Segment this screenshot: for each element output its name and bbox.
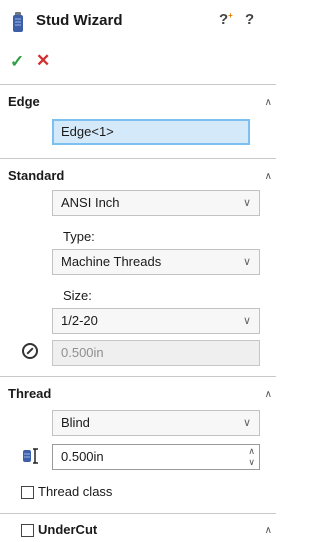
x-icon: ✕	[36, 51, 51, 70]
divider	[0, 158, 276, 159]
spin-arrows[interactable]: ∧ ∨	[248, 446, 255, 468]
divider	[0, 376, 276, 377]
question-mark-icon[interactable]: ?	[245, 11, 254, 28]
checkmark-icon: ✓	[10, 52, 25, 71]
type-label: Type:	[63, 229, 95, 244]
chevron-down-icon[interactable]: ∨	[248, 457, 255, 467]
ok-button[interactable]: ✓	[10, 52, 24, 72]
standard-select-value: ANSI Inch	[61, 195, 120, 210]
thread-depth-value: 0.500in	[61, 449, 104, 464]
chevron-up-icon[interactable]: ∧	[265, 97, 272, 108]
thread-class-label[interactable]: Thread class	[38, 484, 112, 499]
section-title-standard[interactable]: Standard	[8, 168, 64, 183]
question-mark-plus-icon[interactable]: ?+	[219, 11, 233, 28]
standard-select[interactable]: ANSI Inch ∨	[52, 190, 260, 216]
chevron-down-icon: ∨	[242, 197, 251, 209]
panel-title: Stud Wizard	[36, 12, 123, 29]
size-select-value: 1/2-20	[61, 313, 98, 328]
type-select[interactable]: Machine Threads ∨	[52, 249, 260, 275]
action-bar: ✓ ✕	[0, 48, 276, 78]
chevron-up-icon[interactable]: ∧	[265, 389, 272, 400]
edge-selection-box[interactable]: Edge<1>	[52, 119, 250, 145]
end-condition-select[interactable]: Blind ∨	[52, 410, 260, 436]
chevron-up-icon[interactable]: ∧	[248, 446, 255, 456]
chevron-up-icon[interactable]: ∧	[265, 525, 272, 536]
divider	[0, 513, 276, 514]
section-title-edge[interactable]: Edge	[8, 94, 40, 109]
undercut-checkbox[interactable]	[21, 524, 34, 537]
thread-depth-input[interactable]: 0.500in ∧ ∨	[52, 444, 260, 470]
type-select-value: Machine Threads	[61, 254, 162, 269]
size-select[interactable]: 1/2-20 ∨	[52, 308, 260, 334]
chevron-down-icon: ∨	[242, 256, 251, 268]
section-title-undercut[interactable]: UnderCut	[38, 522, 97, 537]
size-label: Size:	[63, 288, 92, 303]
thread-depth-icon	[22, 448, 44, 467]
diameter-field: 0.500in	[52, 340, 260, 366]
chevron-down-icon: ∨	[242, 315, 251, 327]
stud-icon	[11, 12, 25, 37]
end-condition-select-value: Blind	[61, 415, 90, 430]
section-title-thread[interactable]: Thread	[8, 386, 51, 401]
divider	[0, 84, 276, 85]
cancel-button[interactable]: ✕	[36, 51, 50, 71]
thread-class-checkbox[interactable]	[21, 486, 34, 499]
diameter-icon	[22, 343, 38, 359]
chevron-up-icon[interactable]: ∧	[265, 171, 272, 182]
chevron-down-icon: ∨	[242, 417, 251, 429]
title-bar: Stud Wizard ?+ ?	[0, 0, 276, 44]
